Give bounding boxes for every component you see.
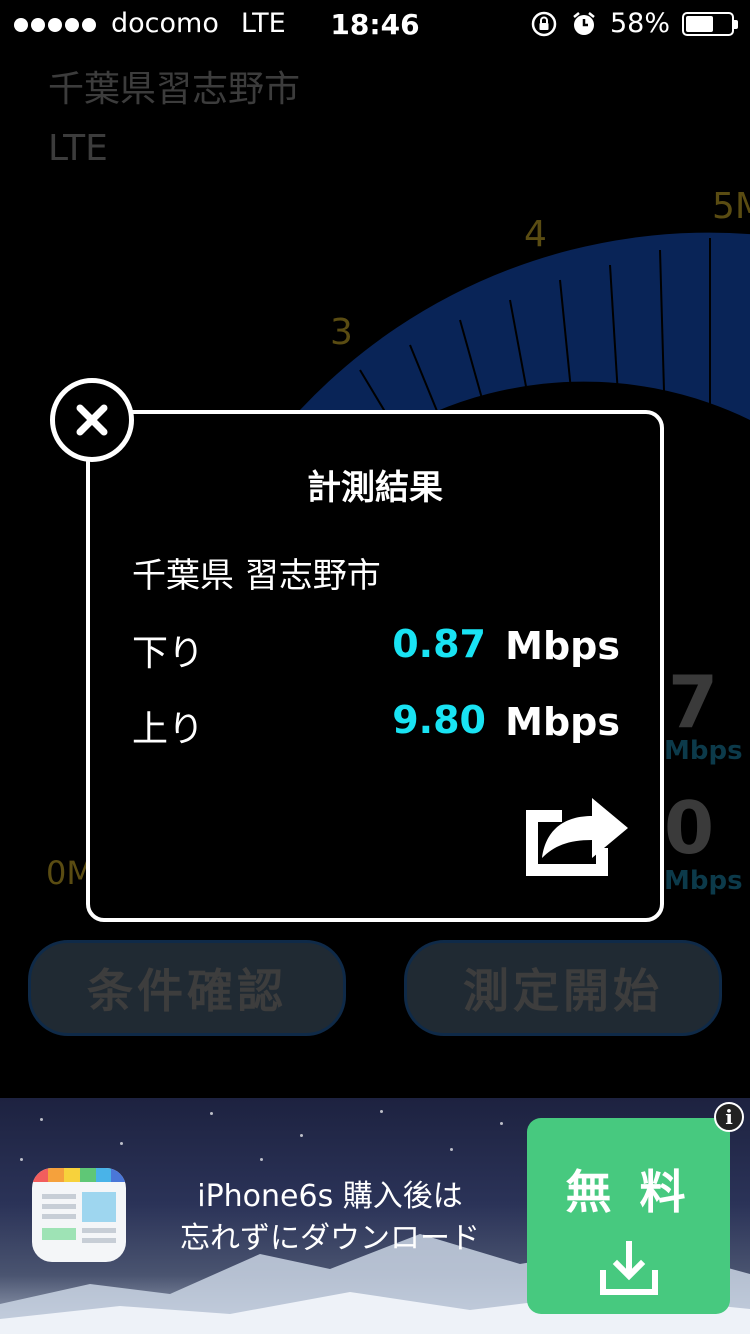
bg-location: 千葉県習志野市 — [48, 69, 301, 110]
ad-line-1: iPhone6s 購入後は — [197, 1179, 463, 1214]
bg-upload-speed: 0 — [664, 786, 715, 870]
bg-download-unit: Mbps — [664, 736, 743, 766]
upload-unit: Mbps — [505, 700, 620, 744]
result-modal: 計測結果 千葉県 習志野市 下り 0.87 Mbps 上り 9.80 Mbps — [86, 410, 664, 922]
ad-free-download-button[interactable]: 無 料 — [527, 1118, 730, 1314]
gauge-label-4: 4 — [524, 214, 547, 255]
ad-info-icon[interactable]: i — [714, 1102, 744, 1132]
share-icon[interactable] — [522, 788, 632, 878]
bg-network: LTE — [48, 128, 108, 169]
download-label: 下り — [132, 633, 205, 674]
bg-upload-unit: Mbps — [664, 866, 743, 896]
status-bar: docomo LTE 18:46 58% — [0, 0, 750, 52]
close-button[interactable] — [50, 378, 134, 462]
status-right: 58% — [530, 8, 738, 39]
download-icon — [599, 1241, 658, 1295]
start-measurement-button[interactable]: 測定開始 — [404, 940, 722, 1036]
battery-percent: 58% — [609, 8, 670, 39]
upload-label: 上り — [132, 709, 205, 750]
download-unit: Mbps — [505, 624, 620, 668]
ad-banner[interactable]: iPhone6s 購入後は 忘れずにダウンロード 無 料 i — [0, 1098, 750, 1334]
upload-value: 9.80 — [392, 698, 486, 742]
ad-text: iPhone6s 購入後は 忘れずにダウンロード — [150, 1176, 510, 1260]
modal-location: 千葉県 習志野市 — [132, 556, 381, 596]
check-conditions-button[interactable]: 条件確認 — [28, 940, 346, 1036]
gauge-label-3: 3 — [330, 312, 353, 353]
ad-cta-label: 無 料 — [565, 1165, 692, 1219]
close-icon — [76, 404, 108, 436]
ad-app-icon[interactable] — [32, 1168, 126, 1262]
alarm-icon — [573, 11, 595, 35]
rotation-lock-icon — [531, 11, 557, 36]
ad-line-2: 忘れずにダウンロード — [180, 1221, 480, 1256]
gauge-label-5m: 5M — [712, 186, 750, 227]
battery-icon — [682, 11, 738, 36]
download-value: 0.87 — [392, 622, 486, 666]
modal-title: 計測結果 — [307, 468, 443, 508]
bg-download-speed: 7 — [668, 660, 719, 744]
